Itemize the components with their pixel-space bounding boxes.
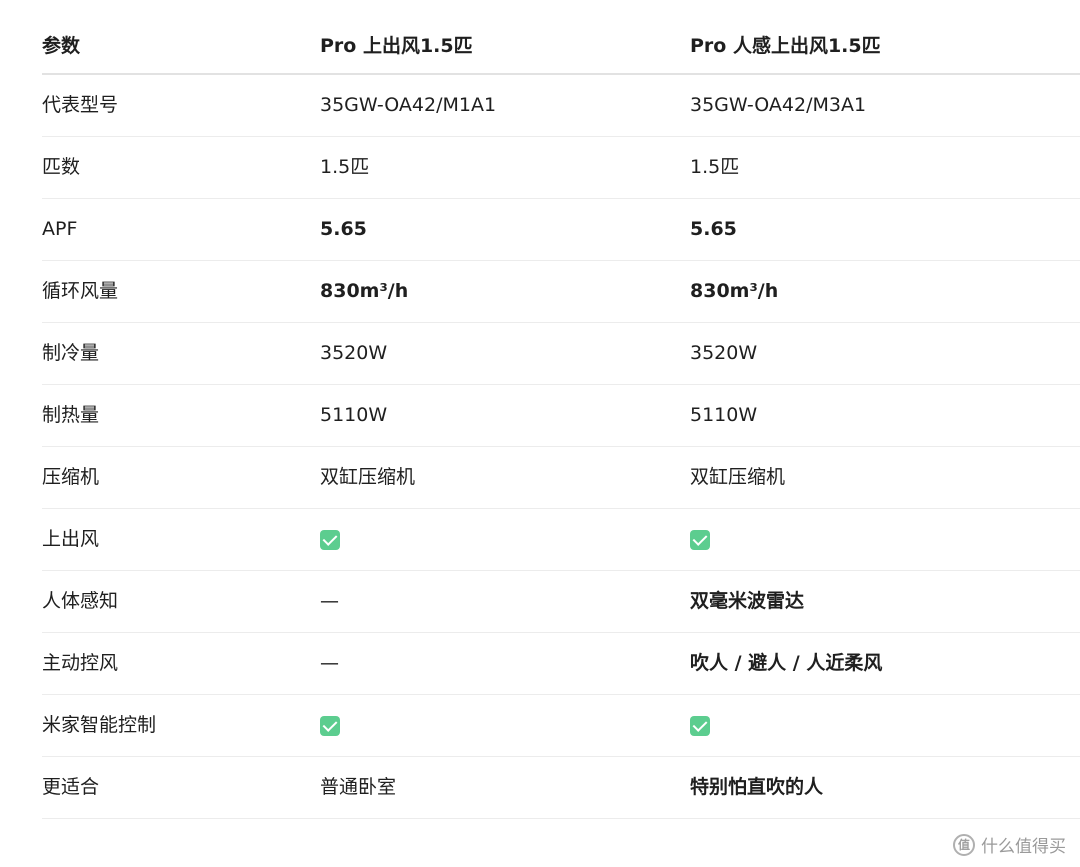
site-watermark: 值 什么值得买 bbox=[953, 832, 1066, 857]
row-label: 上出风 bbox=[42, 528, 100, 550]
value-model-2: 特别怕直吹的人 bbox=[690, 776, 824, 798]
value-model-1: 830m³/h bbox=[320, 280, 409, 302]
row-label: 循环风量 bbox=[42, 280, 119, 302]
value-model-2: 3520W bbox=[690, 342, 758, 364]
check-square-icon bbox=[320, 715, 340, 736]
table-row: 代表型号 35GW-OA42/M1A1 35GW-OA42/M3A1 bbox=[42, 75, 1080, 137]
value-model-1 bbox=[320, 529, 690, 550]
table-row: 循环风量 830m³/h 830m³/h bbox=[42, 261, 1080, 323]
value-model-2: 5.65 bbox=[690, 218, 737, 240]
table-row: 制热量 5110W 5110W bbox=[42, 385, 1080, 447]
table-row: 压缩机 双缸压缩机 双缸压缩机 bbox=[42, 447, 1080, 509]
value-model-2: 1.5匹 bbox=[690, 156, 740, 178]
value-model-1: 5.65 bbox=[320, 218, 367, 240]
value-model-2: 35GW-OA42/M3A1 bbox=[690, 94, 867, 116]
value-model-1: 5110W bbox=[320, 404, 388, 426]
spec-comparison-table: 参数 Pro 上出风1.5匹 Pro 人感上出风1.5匹 代表型号 35GW-OA… bbox=[42, 20, 1080, 819]
value-model-1: — bbox=[320, 652, 339, 674]
value-model-2: 双毫米波雷达 bbox=[690, 590, 805, 612]
table-row: 人体感知 — 双毫米波雷达 bbox=[42, 571, 1080, 633]
row-label: 人体感知 bbox=[42, 590, 119, 612]
value-model-2 bbox=[690, 715, 1080, 736]
value-model-2 bbox=[690, 529, 1080, 550]
value-model-1 bbox=[320, 715, 690, 736]
table-header-row: 参数 Pro 上出风1.5匹 Pro 人感上出风1.5匹 bbox=[42, 20, 1080, 75]
header-model-1: Pro 上出风1.5匹 bbox=[320, 35, 473, 57]
value-model-2: 5110W bbox=[690, 404, 758, 426]
row-label: 制热量 bbox=[42, 404, 100, 426]
value-model-1: 3520W bbox=[320, 342, 388, 364]
check-square-icon bbox=[690, 715, 710, 736]
check-square-icon bbox=[690, 529, 710, 550]
table-row: 主动控风 — 吹人 / 避人 / 人近柔风 bbox=[42, 633, 1080, 695]
header-param: 参数 bbox=[42, 35, 81, 57]
header-model-2: Pro 人感上出风1.5匹 bbox=[690, 35, 881, 57]
row-label: 代表型号 bbox=[42, 94, 119, 116]
value-model-2: 830m³/h bbox=[690, 280, 779, 302]
row-label: 压缩机 bbox=[42, 466, 100, 488]
row-label: 匹数 bbox=[42, 156, 81, 178]
table-row: 更适合 普通卧室 特别怕直吹的人 bbox=[42, 757, 1080, 819]
value-model-1: 双缸压缩机 bbox=[320, 466, 416, 488]
row-label: 制冷量 bbox=[42, 342, 100, 364]
table-row: 制冷量 3520W 3520W bbox=[42, 323, 1080, 385]
row-label: 更适合 bbox=[42, 776, 100, 798]
row-label: 主动控风 bbox=[42, 652, 119, 674]
watermark-text: 什么值得买 bbox=[981, 837, 1066, 857]
value-model-1: 35GW-OA42/M1A1 bbox=[320, 94, 497, 116]
table-row: 上出风 bbox=[42, 509, 1080, 571]
value-model-2: 吹人 / 避人 / 人近柔风 bbox=[690, 652, 883, 674]
table-row: APF 5.65 5.65 bbox=[42, 199, 1080, 261]
table-row: 匹数 1.5匹 1.5匹 bbox=[42, 137, 1080, 199]
check-square-icon bbox=[320, 529, 340, 550]
value-model-1: — bbox=[320, 590, 339, 612]
table-row: 米家智能控制 bbox=[42, 695, 1080, 757]
value-model-2: 双缸压缩机 bbox=[690, 466, 786, 488]
table-body: 代表型号 35GW-OA42/M1A1 35GW-OA42/M3A1 匹数 1.5匹 1.… bbox=[42, 75, 1080, 819]
zhidemai-logo-icon: 值 bbox=[953, 833, 975, 856]
row-label: APF bbox=[42, 218, 78, 240]
value-model-1: 1.5匹 bbox=[320, 156, 370, 178]
row-label: 米家智能控制 bbox=[42, 714, 157, 736]
value-model-1: 普通卧室 bbox=[320, 776, 397, 798]
